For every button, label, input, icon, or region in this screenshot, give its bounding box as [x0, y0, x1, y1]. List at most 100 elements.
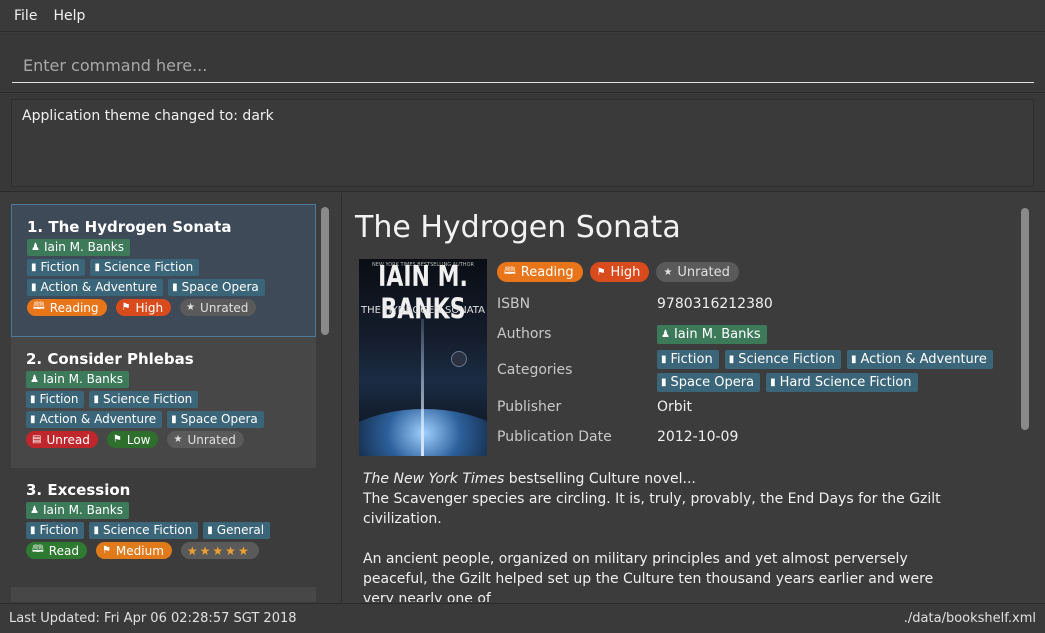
- publication-date-value: 2012-10-09: [657, 429, 739, 445]
- description-italic: The New York Times: [363, 471, 505, 487]
- publication-date-label: Publication Date: [497, 429, 612, 445]
- menu-bar: File Help: [0, 0, 1045, 32]
- book-card[interactable]: 2. Consider Phlebas ♟ Iain M. Banks ▮ Fict…: [11, 337, 316, 468]
- open-book-icon: 🕮: [504, 265, 516, 277]
- bookmark-icon: ▮: [93, 394, 99, 405]
- category-name: Space Opera: [670, 375, 755, 390]
- person-icon: ♟: [30, 505, 39, 516]
- open-book-icon: 🕮: [32, 544, 44, 555]
- star-icon: ★: [663, 266, 673, 278]
- author-name: Iain M. Banks: [673, 327, 761, 342]
- rating-badge: ★★★★★: [180, 542, 259, 559]
- bookmark-icon: ▮: [171, 414, 177, 425]
- author-name: Iain M. Banks: [42, 372, 123, 386]
- priority-badge: ⚑ High: [115, 299, 172, 316]
- book-card-selected[interactable]: 1. The Hydrogen Sonata ♟ Iain M. Banks ▮ F…: [11, 204, 316, 337]
- status-bar: Last Updated: Fri Apr 06 02:28:57 SGT 20…: [0, 603, 1045, 633]
- flag-icon: ⚑: [121, 302, 131, 313]
- priority-label: High: [610, 264, 641, 280]
- bookmark-icon: ▮: [207, 525, 213, 536]
- save-location: ./data/bookshelf.xml: [903, 611, 1036, 626]
- author-name: Iain M. Banks: [42, 503, 123, 517]
- priority-label: High: [135, 300, 164, 315]
- bookmark-icon: ▮: [661, 354, 667, 365]
- rating-badge: ★ Unrated: [656, 262, 739, 282]
- menu-file[interactable]: File: [6, 0, 45, 32]
- priority-label: Medium: [115, 543, 164, 558]
- list-scrollbar[interactable]: [321, 207, 329, 335]
- category-tag: ▮ General: [203, 522, 271, 539]
- result-display-area: Application theme changed to: dark: [0, 94, 1045, 192]
- star-icon: ★: [186, 302, 196, 313]
- category-name: Action & Adventure: [39, 412, 157, 426]
- publisher-value: Orbit: [657, 399, 693, 415]
- isbn-value: 9780316212380: [657, 296, 773, 312]
- book-description: The New York Times bestselling Culture n…: [363, 469, 963, 602]
- author-tag: ♟ Iain M. Banks: [27, 239, 130, 256]
- book-details-panel: The Hydrogen Sonata NEW YORK TIMES BESTS…: [343, 193, 1045, 602]
- description-paragraph: An ancient people, organized on military…: [363, 551, 934, 602]
- priority-label: Low: [126, 432, 151, 447]
- bookmark-icon: ▮: [94, 262, 100, 273]
- priority-badge: ⚑ Low: [106, 431, 159, 448]
- category-name: Science Fiction: [102, 523, 193, 537]
- category-tag: ▮ Action & Adventure: [846, 350, 993, 369]
- category-name: Fiction: [39, 392, 79, 406]
- authors-tags: ♟ Iain M. Banks: [657, 325, 767, 344]
- category-tag: ▮ Fiction: [27, 259, 86, 276]
- author-name: Iain M. Banks: [43, 240, 124, 254]
- book-title: 3. Excession: [26, 481, 131, 499]
- author-tag: ♟ Iain M. Banks: [26, 371, 129, 388]
- status-badge: 🕮 Read: [26, 542, 87, 559]
- category-name: Action & Adventure: [40, 280, 158, 294]
- category-tag: ▮ Science Fiction: [89, 522, 199, 539]
- app-window: File Help Application theme changed to: …: [0, 0, 1045, 633]
- status-badge: 🕮 Reading: [27, 299, 107, 316]
- status-label: Read: [48, 543, 79, 558]
- author-tag: ♟ Iain M. Banks: [26, 502, 129, 519]
- status-badge: ▤ Unread: [26, 431, 98, 448]
- book-title: 1. The Hydrogen Sonata: [27, 218, 232, 236]
- book-title: 2. Consider Phlebas: [26, 350, 194, 368]
- rating-label: Unrated: [187, 432, 236, 447]
- bookmark-icon: ▮: [93, 525, 99, 536]
- category-tag: ▮ Fiction: [657, 350, 719, 369]
- description-tagline-rest: bestselling Culture novel...: [504, 471, 696, 487]
- book-list[interactable]: 1. The Hydrogen Sonata ♟ Iain M. Banks ▮ F…: [11, 204, 316, 602]
- cover-moon: [451, 351, 467, 367]
- bookmark-icon: ▮: [172, 282, 178, 293]
- result-display: Application theme changed to: dark: [11, 99, 1034, 187]
- book-card[interactable]: 3. Excession ♟ Iain M. Banks ▮ Fiction ▮ Sc…: [11, 468, 316, 602]
- status-label: Reading: [49, 300, 99, 315]
- status-badge: 🕮 Reading: [497, 262, 583, 282]
- rating-label: Unrated: [677, 264, 730, 280]
- category-name: Fiction: [40, 260, 80, 274]
- category-tag: ▮ Space Opera: [168, 279, 265, 296]
- closed-book-icon: ▤: [32, 434, 42, 445]
- status-label: Reading: [520, 264, 574, 280]
- status-label: Unread: [46, 432, 90, 447]
- category-tag: ▮ Science Fiction: [89, 391, 199, 408]
- details-title: The Hydrogen Sonata: [355, 210, 681, 245]
- category-tag: ▮ Action & Adventure: [26, 411, 163, 428]
- flag-icon: ⚑: [112, 434, 122, 445]
- book-card-partial[interactable]: [11, 587, 316, 602]
- cover-beam: [421, 319, 424, 456]
- priority-badge: ⚑ Medium: [95, 542, 172, 559]
- category-name: Science Fiction: [738, 352, 835, 367]
- category-name: Action & Adventure: [860, 352, 987, 367]
- menu-help[interactable]: Help: [45, 0, 93, 32]
- isbn-label: ISBN: [497, 296, 531, 312]
- flag-icon: ⚑: [596, 266, 606, 278]
- category-name: Science Fiction: [102, 392, 193, 406]
- cover-title: THE HYDROGEN SONATA: [361, 305, 485, 316]
- command-input[interactable]: [12, 49, 1034, 83]
- author-tag: ♟ Iain M. Banks: [657, 325, 767, 344]
- book-list-panel: 1. The Hydrogen Sonata ♟ Iain M. Banks ▮ F…: [0, 193, 342, 602]
- bookmark-icon: ▮: [31, 282, 37, 293]
- star-icon: ★: [173, 434, 183, 445]
- flag-icon: ⚑: [101, 545, 111, 556]
- person-icon: ♟: [661, 329, 670, 340]
- rating-label: Unrated: [200, 300, 249, 315]
- details-scrollbar[interactable]: [1021, 208, 1029, 430]
